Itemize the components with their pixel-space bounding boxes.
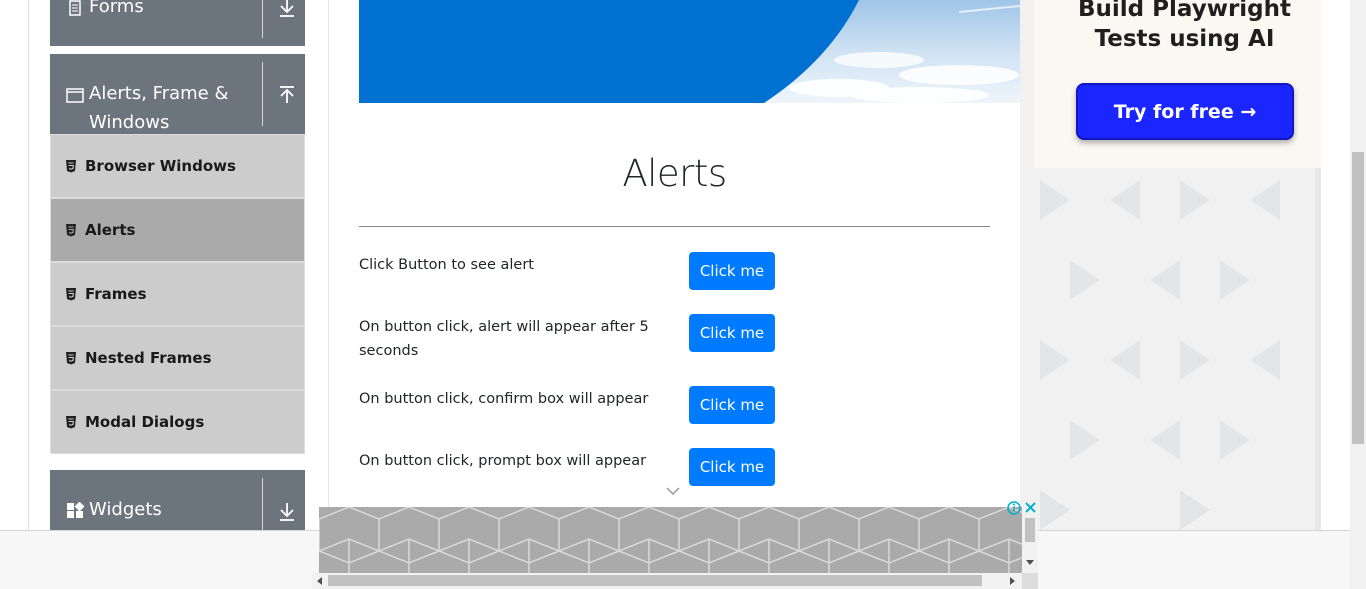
ad-card: Build Playwright Tests using AI Try for … [1034,0,1321,168]
sidebar-item-frames[interactable]: Frames [50,262,305,326]
ad-horizontal-scrollbar-thumb[interactable] [328,575,982,586]
sidebar-item-modal-dialogs[interactable]: Modal Dialogs [50,390,305,454]
ad-vertical-scrollbar[interactable] [1022,514,1038,573]
prompt-button[interactable]: Click me [689,448,775,486]
confirm-button[interactable]: Click me [689,386,775,424]
confirm-description: On button click, confirm box will appear [359,391,649,407]
advertisement-sidebar[interactable]: Build Playwright Tests using AI Try for … [1020,0,1321,530]
ad-headline: Build Playwright Tests using AI [1034,0,1321,54]
divider [262,478,263,530]
divider [262,0,263,38]
ad-headline-line2: Tests using AI [1094,26,1275,52]
chevron-down-icon [666,487,680,496]
sidebar-group-label-line2: Windows [89,112,170,133]
sidebar-item-label: Frames [85,285,147,303]
sidebar-group-label: Widgets [89,499,162,520]
divider [359,226,990,227]
html5-icon [66,352,76,365]
sidebar-item-alerts[interactable]: Alerts [50,198,305,262]
timer-alert-button[interactable]: Click me [689,314,775,352]
html5-icon [66,416,76,429]
html5-icon [66,224,76,237]
banner-image [359,0,1020,103]
sidebar-item-label: Browser Windows [85,157,236,175]
timer-alert-description: On button click, alert will appear after… [359,315,659,363]
advertisement-banner-bottom[interactable] [319,507,1022,573]
document-icon [69,0,81,16]
page-title: Alerts [622,152,727,195]
html5-icon [66,288,76,301]
sidebar-group-alerts-frame-windows[interactable]: Alerts, Frame & Windows [50,54,305,134]
download-arrow-icon[interactable] [278,502,296,522]
scroll-down-arrow-icon[interactable] [1026,560,1034,566]
sidebar-right-border [328,0,329,530]
sidebar-group-forms[interactable]: Forms [50,0,305,46]
divider [262,62,263,126]
alert-button[interactable]: Click me [689,252,775,290]
ad-headline-line1: Build Playwright [1078,0,1291,22]
ad-vertical-scrollbar-thumb[interactable] [1025,518,1035,542]
upload-arrow-icon[interactable] [278,86,296,106]
sidebar-item-label: Modal Dialogs [85,413,205,431]
ad-cube-pattern [319,507,1022,573]
sidebar-group-widgets[interactable]: Widgets [50,470,305,530]
try-for-free-button[interactable]: Try for free → [1076,83,1294,140]
download-arrow-icon[interactable] [278,0,296,18]
widgets-icon [67,502,84,518]
sidebar-item-label: Nested Frames [85,349,212,367]
html5-icon [66,160,76,173]
window-icon [66,88,84,103]
content-left-border [28,0,29,530]
scrollbar-corner [1022,573,1038,589]
sidebar-item-browser-windows[interactable]: Browser Windows [50,134,305,198]
page-scrollbar-thumb[interactable] [1352,152,1364,444]
sidebar-group-label: Forms [89,0,144,17]
alert-description: Click Button to see alert [359,257,534,273]
sidebar-item-label: Alerts [85,221,136,239]
scroll-left-arrow-icon[interactable] [317,577,323,585]
timer-alert-description-line2: seconds [359,343,419,359]
scroll-right-arrow-icon[interactable] [1010,577,1016,585]
sidebar-item-nested-frames[interactable]: Nested Frames [50,326,305,390]
prompt-description: On button click, prompt box will appear [359,453,647,469]
timer-alert-description-line1: On button click, alert will appear after… [359,319,649,335]
ad-horizontal-scrollbar[interactable] [312,573,1022,589]
sidebar-group-label: Alerts, Frame & [89,83,229,104]
page-scrollbar[interactable] [1350,0,1366,589]
